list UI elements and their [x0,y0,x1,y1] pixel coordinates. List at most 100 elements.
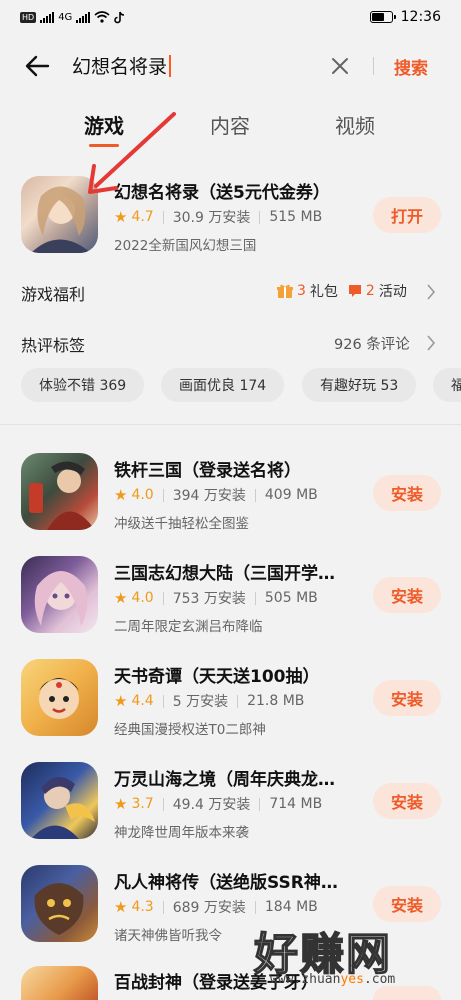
back-arrow-icon[interactable] [22,52,52,80]
installs: 753 万安装 [172,591,246,607]
watermark-url: www.zhuanyes.com [270,972,395,987]
signal-2-icon [76,11,91,23]
star-icon: ★ [114,589,128,607]
featured-app-meta: ★ 4.7 30.9 万安装 515 MB [114,207,322,227]
gift-label: 礼包 [309,284,338,300]
status-indicators: HD 4G [20,11,126,24]
welfare-summary[interactable]: 3 礼包 2 活动 [277,281,407,301]
installs: 394 万安装 [172,488,246,504]
app-description: 冲级送千抽轻松全图鉴 [114,516,249,532]
tab-videos[interactable]: 视频 [335,110,375,139]
rating: 4.4 [131,693,154,709]
watermark-url-c: .com [363,972,396,987]
status-bar: HD 4G 12:36 [0,0,461,34]
app-meta: ★ 3.7 49.4 万安装 714 MB [114,794,322,814]
app-title: 凡人神将传（送绝版SSR神… [114,873,338,893]
search-divider [373,57,374,75]
hd-badge: HD [20,11,37,23]
app-title: 铁杆三国（登录送名将） [114,461,301,481]
welfare-label: 游戏福利 [21,285,86,304]
star-icon: ★ [114,692,128,710]
featured-app-description: 2022全新国风幻想三国 [114,238,257,254]
rating: 3.7 [131,796,154,812]
welfare-chevron-icon[interactable] [426,283,436,301]
watermark-url-b: yes [340,972,364,987]
network-label: 4G [58,11,73,23]
app-meta: ★ 4.0 394 万安装 409 MB [114,485,318,505]
hot-tags-label: 热评标签 [21,336,86,355]
active-tab-indicator [89,144,119,147]
featured-app-icon[interactable] [21,176,98,253]
installs: 30.9 万安装 [172,210,251,226]
wifi-icon [94,11,110,23]
battery-icon [369,11,396,23]
app-meta: ★ 4.0 753 万安装 505 MB [114,588,318,608]
tab-games[interactable]: 游戏 [84,110,124,139]
star-icon: ★ [114,208,128,226]
app-description: 二周年限定玄渊吕布降临 [114,619,263,635]
tag-chip[interactable]: 福 [433,368,461,402]
signal-icon [40,11,55,23]
text-caret [169,54,172,77]
star-icon: ★ [114,486,128,504]
app-icon[interactable] [21,556,98,633]
activity-count: 2 [365,283,375,299]
size: 184 MB [264,899,318,915]
status-right: 12:36 [369,9,441,25]
tag-chip[interactable]: 体验不错 369 [21,368,145,402]
gift-icon [277,284,293,298]
size: 21.8 MB [247,693,305,709]
tiktok-icon [114,11,125,23]
star-icon: ★ [114,898,128,916]
rating: 4.0 [131,487,154,503]
size: 714 MB [269,796,323,812]
tag-chip[interactable]: 画面优良 174 [161,368,285,402]
app-icon[interactable] [21,966,98,1000]
search-bar: 幻想名将录 搜索 [0,40,461,92]
app-icon[interactable] [21,659,98,736]
rating: 4.3 [131,899,154,915]
clock: 12:36 [400,9,441,25]
comments-chevron-icon[interactable] [426,334,436,352]
rating: 4.7 [131,209,154,225]
tag-chip[interactable]: 有趣好玩 53 [302,368,417,402]
installs: 49.4 万安装 [172,797,251,813]
search-button[interactable]: 搜索 [394,54,428,79]
size: 505 MB [264,590,318,606]
app-title: 三国志幻想大陆（三国开学… [114,564,335,584]
install-button[interactable]: 安装 [373,680,441,716]
app-icon[interactable] [21,865,98,942]
size: 409 MB [264,487,318,503]
search-input[interactable]: 幻想名将录 [72,52,172,79]
comments-count[interactable]: 926 条评论 [334,333,410,354]
app-description: 经典国漫授权送T0二郎神 [114,722,266,738]
app-icon[interactable] [21,762,98,839]
install-button[interactable]: 安装 [373,783,441,819]
tab-bar: 游戏 内容 视频 [0,100,461,152]
activity-flag-icon [348,285,361,297]
app-title: 天书奇谭（天天送100抽） [114,667,320,687]
activity-label: 活动 [378,284,407,300]
installs: 689 万安装 [172,900,246,916]
rating: 4.0 [131,590,154,606]
installs: 5 万安装 [172,694,229,710]
gift-count: 3 [297,283,306,299]
clear-icon[interactable] [328,54,352,78]
install-button[interactable]: 安装 [373,577,441,613]
watermark-url-a: www.zhuan [270,972,341,987]
app-icon[interactable] [21,453,98,530]
tab-content[interactable]: 内容 [210,110,250,139]
featured-app-title: 幻想名将录（送5元代金券） [114,183,330,203]
app-description: 诸天神佛皆听我令 [114,928,222,944]
section-divider [0,424,461,425]
star-icon: ★ [114,795,128,813]
install-button[interactable]: 安装 [373,886,441,922]
install-button[interactable]: 安装 [373,475,441,511]
app-meta: ★ 4.4 5 万安装 21.8 MB [114,691,304,711]
app-title: 万灵山海之境（周年庆典龙… [114,770,335,790]
app-meta: ★ 4.3 689 万安装 184 MB [114,897,318,917]
open-button[interactable]: 打开 [373,197,441,233]
watermark-logo: 好赚网 www.zhuanyes.com [250,918,460,998]
size: 515 MB [269,209,323,225]
app-description: 神龙降世周年版本来袭 [114,825,249,841]
